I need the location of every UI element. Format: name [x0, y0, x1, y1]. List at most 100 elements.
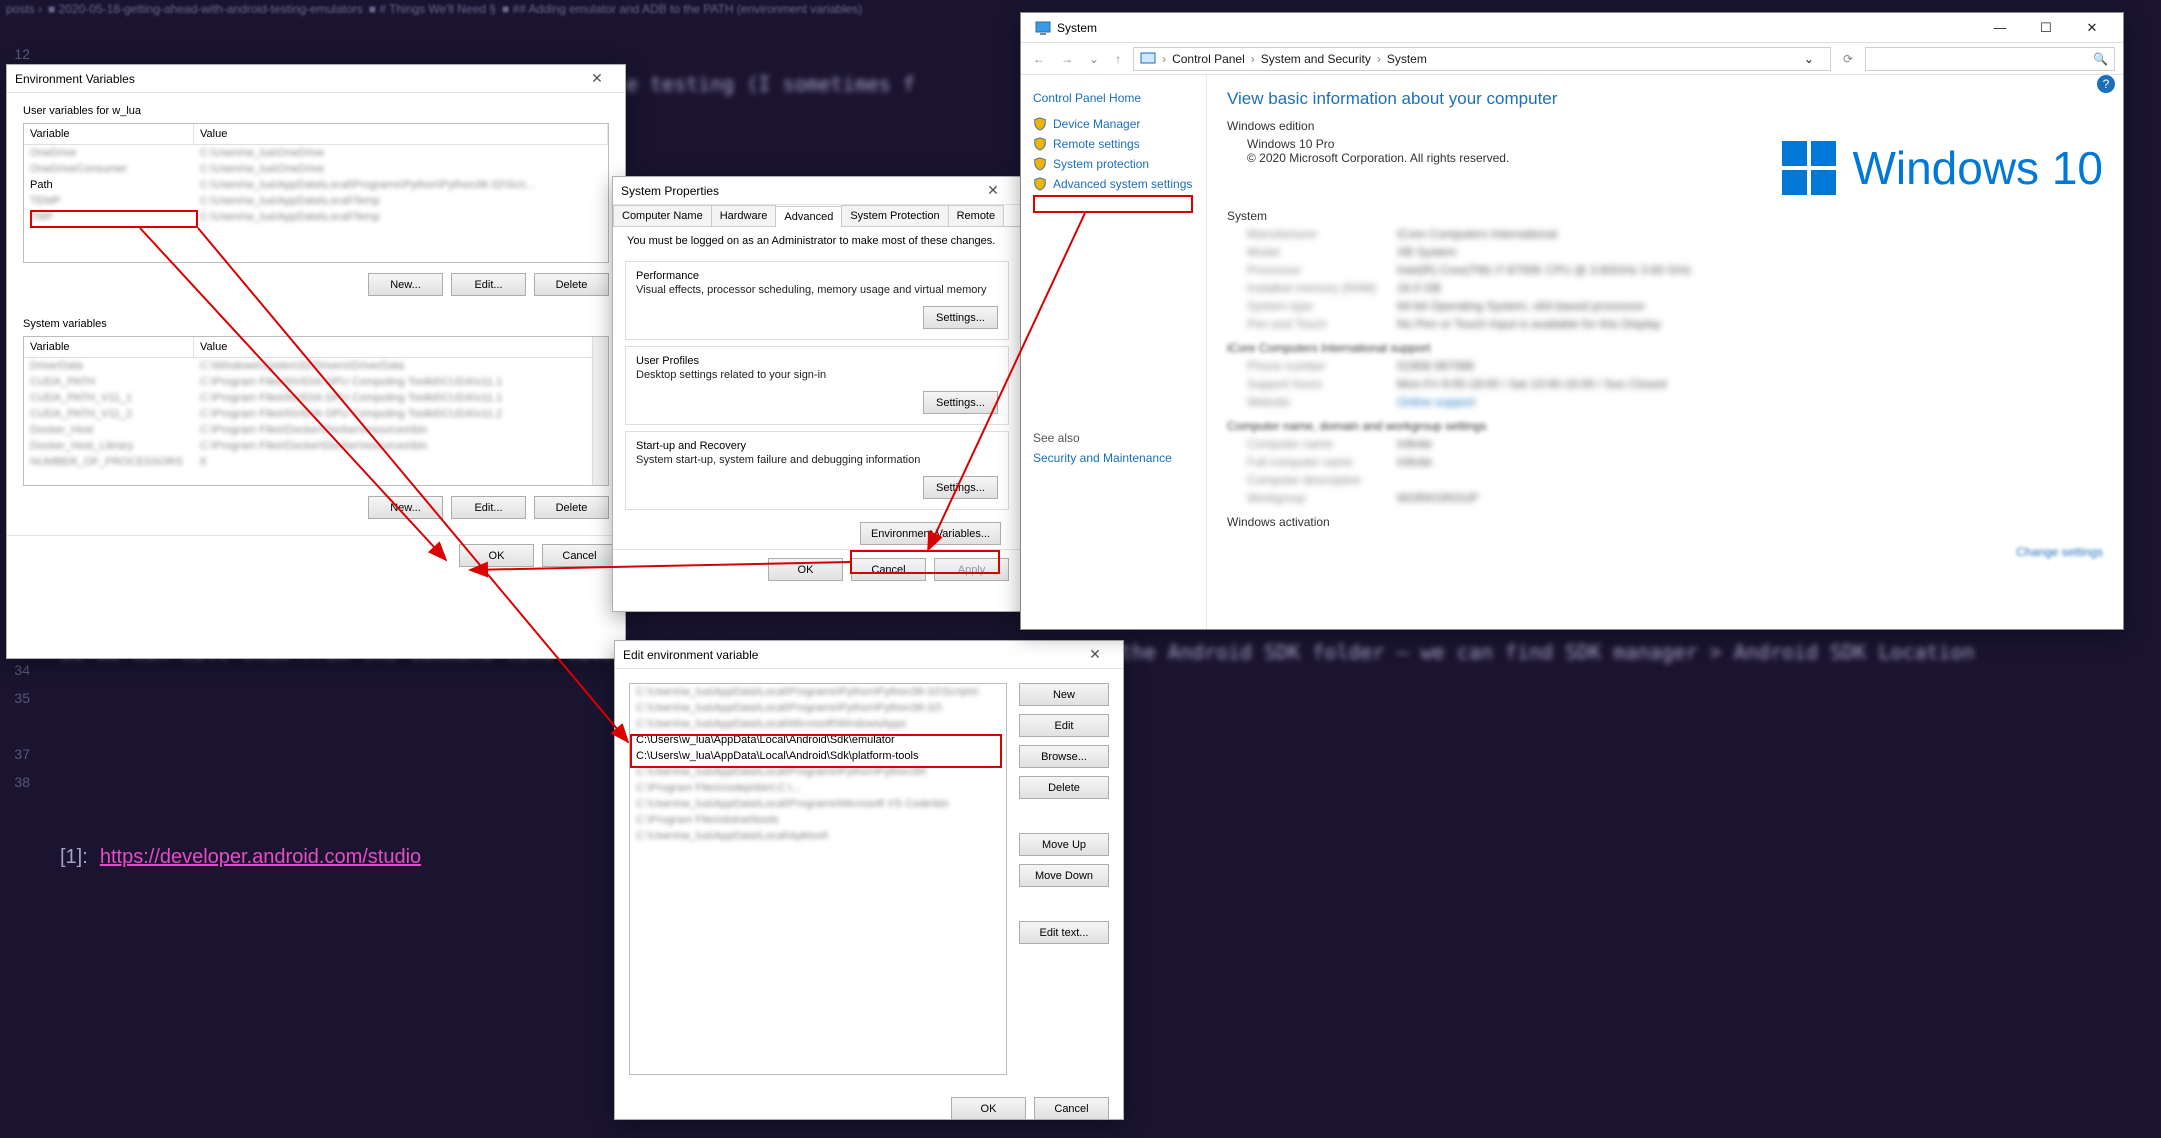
table-row[interactable]: CUDA_PATHC:\Program Files\NVIDIA GPU Com… [24, 374, 608, 390]
admin-note: You must be logged on as an Administrato… [613, 227, 1021, 255]
crumb-control-panel[interactable]: Control Panel [1172, 52, 1245, 66]
link-remote-settings[interactable]: Remote settings [1033, 137, 1194, 151]
titlebar[interactable]: System Properties ✕ [613, 177, 1021, 205]
close-icon[interactable]: ✕ [1075, 641, 1115, 668]
edit-text-button[interactable]: Edit text... [1019, 921, 1109, 944]
titlebar[interactable]: System — ☐ ✕ [1021, 13, 2123, 43]
crumb-system[interactable]: System [1387, 52, 1427, 66]
table-row-path[interactable]: PathC:\Users\w_lua\AppData\Local\Program… [24, 177, 608, 193]
close-icon[interactable]: ✕ [577, 65, 617, 92]
link-security-maintenance[interactable]: Security and Maintenance [1033, 451, 1194, 465]
kv-row: System type64-bit Operating System, x64-… [1247, 299, 2103, 313]
profiles-settings-button[interactable]: Settings... [923, 391, 998, 414]
startup-settings-button[interactable]: Settings... [923, 476, 998, 499]
edit-button[interactable]: Edit... [451, 496, 526, 519]
main-panel: View basic information about your comput… [1207, 75, 2123, 629]
see-also-label: See also [1033, 431, 1194, 445]
move-down-button[interactable]: Move Down [1019, 864, 1109, 887]
apply-button[interactable]: Apply [934, 558, 1009, 581]
close-icon[interactable]: ✕ [2069, 13, 2115, 42]
titlebar[interactable]: Edit environment variable ✕ [615, 641, 1123, 669]
table-row[interactable]: TMPC:\Users\w_lua\AppData\Local\Temp [24, 209, 608, 225]
close-icon[interactable]: ✕ [973, 177, 1013, 204]
new-button[interactable]: New [1019, 683, 1109, 706]
table-row[interactable]: CUDA_PATH_V11_1C:\Program Files\NVIDIA G… [24, 390, 608, 406]
delete-button[interactable]: Delete [1019, 776, 1109, 799]
table-row[interactable]: Docker_HostC:\Program Files\Docker\Docke… [24, 422, 608, 438]
breadcrumb[interactable]: › Control Panel› System and Security› Sy… [1133, 47, 1831, 71]
system-vars-label: System variables [23, 318, 609, 330]
section-system: System [1227, 209, 2103, 223]
tab-system-protection[interactable]: System Protection [841, 205, 948, 226]
tab-strip: Computer Name Hardware Advanced System P… [613, 205, 1021, 227]
list-item-platform-tools[interactable]: C:\Users\w_lua\AppData\Local\Android\Sdk… [630, 748, 1006, 764]
table-row[interactable]: TEMPC:\Users\w_lua\AppData\Local\Temp [24, 193, 608, 209]
delete-button[interactable]: Delete [534, 273, 609, 296]
list-item-emulator[interactable]: C:\Users\w_lua\AppData\Local\Android\Sdk… [630, 732, 1006, 748]
edit-button[interactable]: Edit [1019, 714, 1109, 737]
browse-button[interactable]: Browse... [1019, 745, 1109, 768]
table-row[interactable]: DriverDataC:\Windows\System32\Drivers\Dr… [24, 358, 608, 374]
cancel-button[interactable]: Cancel [851, 558, 926, 581]
tab-computer-name[interactable]: Computer Name [613, 205, 712, 226]
ok-button[interactable]: OK [951, 1097, 1026, 1120]
ok-button[interactable]: OK [768, 558, 843, 581]
new-button[interactable]: New... [368, 273, 443, 296]
edit-button[interactable]: Edit... [451, 273, 526, 296]
column-header-value[interactable]: Value [194, 124, 608, 144]
shield-icon [1033, 137, 1047, 151]
delete-button[interactable]: Delete [534, 496, 609, 519]
perf-settings-button[interactable]: Settings... [923, 306, 998, 329]
list-item[interactable]: C:\Users\w_lua\AppData\Local\Apktool\ [630, 828, 1006, 844]
ok-button[interactable]: OK [459, 544, 534, 567]
list-item[interactable]: C:\Users\w_lua\AppData\Local\Microsoft\W… [630, 716, 1006, 732]
list-item[interactable]: C:\Users\w_lua\AppData\Local\Programs\Py… [630, 700, 1006, 716]
refresh-icon[interactable]: ⟳ [1839, 52, 1857, 66]
maximize-icon[interactable]: ☐ [2023, 13, 2069, 42]
search-input[interactable]: 🔍 [1865, 47, 2115, 71]
minimize-icon[interactable]: — [1977, 13, 2023, 42]
chevron-down-icon[interactable]: ⌄ [1804, 52, 1814, 66]
up-icon[interactable]: ↑ [1111, 52, 1125, 66]
link-advanced-system-settings[interactable]: Advanced system settings [1033, 177, 1194, 191]
back-icon[interactable]: ← [1029, 52, 1049, 66]
recent-icon[interactable]: ⌄ [1085, 52, 1103, 66]
list-item[interactable]: C:\Program Files\nodejs\bin\;C:\... [630, 780, 1006, 796]
table-row[interactable]: OneDriveConsumerC:\Users\w_lua\OneDrive [24, 161, 608, 177]
column-header-variable[interactable]: Variable [24, 124, 194, 144]
user-vars-listview[interactable]: Variable Value OneDriveC:\Users\w_lua\On… [23, 123, 609, 263]
cancel-button[interactable]: Cancel [542, 544, 617, 567]
new-button[interactable]: New... [368, 496, 443, 519]
forward-icon[interactable]: → [1057, 52, 1077, 66]
list-item[interactable]: C:\Users\w_lua\AppData\Local\Programs\Mi… [630, 796, 1006, 812]
system-vars-listview[interactable]: Variable Value DriverDataC:\Windows\Syst… [23, 336, 609, 486]
table-row[interactable]: CUDA_PATH_V11_2C:\Program Files\NVIDIA G… [24, 406, 608, 422]
table-row[interactable]: Docker_Host_LibraryC:\Program Files\Dock… [24, 438, 608, 454]
kv-row: Computer description [1247, 473, 2103, 487]
change-settings-link[interactable]: Change settings [2016, 545, 2103, 559]
scrollbar[interactable] [592, 337, 608, 485]
crumb-system-security[interactable]: System and Security [1261, 52, 1371, 66]
tab-remote[interactable]: Remote [948, 205, 1005, 226]
path-listbox[interactable]: C:\Users\w_lua\AppData\Local\Programs\Py… [629, 683, 1007, 1075]
column-header-value[interactable]: Value [194, 337, 608, 357]
column-header-variable[interactable]: Variable [24, 337, 194, 357]
kv-row: ProcessorIntel(R) Core(TM) i7-8700K CPU … [1247, 263, 2103, 277]
environment-variables-button[interactable]: Environment Variables... [860, 522, 1001, 545]
move-up-button[interactable]: Move Up [1019, 833, 1109, 856]
tab-advanced[interactable]: Advanced [775, 206, 842, 227]
tab-hardware[interactable]: Hardware [711, 205, 777, 226]
list-item[interactable]: C:\Users\w_lua\AppData\Local\Programs\Py… [630, 764, 1006, 780]
editor-link[interactable]: https://developer.android.com/studio [100, 846, 421, 868]
link-device-manager[interactable]: Device Manager [1033, 117, 1194, 131]
window-title: Edit environment variable [623, 648, 758, 662]
cancel-button[interactable]: Cancel [1034, 1097, 1109, 1120]
control-panel-home-link[interactable]: Control Panel Home [1033, 91, 1194, 105]
table-row[interactable]: OneDriveC:\Users\w_lua\OneDrive [24, 145, 608, 161]
titlebar[interactable]: Environment Variables ✕ [7, 65, 625, 93]
windows-logo-icon [1782, 141, 1836, 195]
table-row[interactable]: NUMBER_OF_PROCESSORS8 [24, 454, 608, 470]
link-system-protection[interactable]: System protection [1033, 157, 1194, 171]
list-item[interactable]: C:\Users\w_lua\AppData\Local\Programs\Py… [630, 684, 1006, 700]
list-item[interactable]: C:\Program Files\dotnet\tools [630, 812, 1006, 828]
